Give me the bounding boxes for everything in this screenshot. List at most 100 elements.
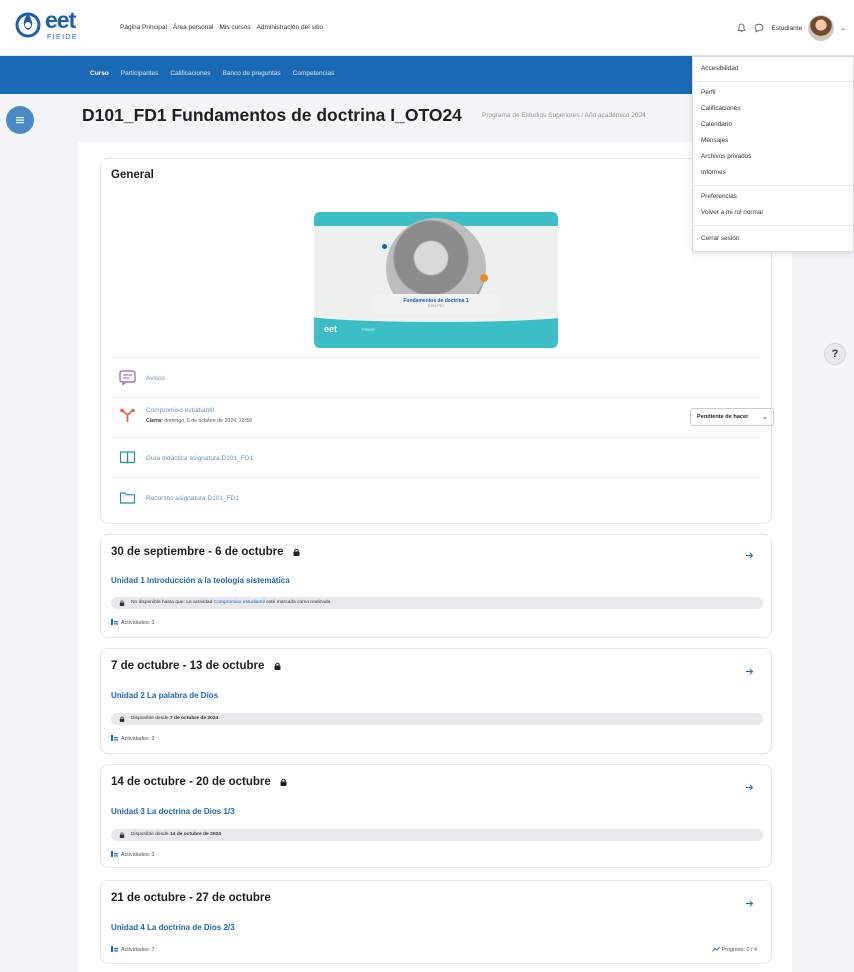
banner-logo-sub: FIEIDE bbox=[362, 327, 375, 332]
section-general: General Fundamentos de doctrina 1 D101 F… bbox=[100, 158, 774, 524]
section-expand-button[interactable] bbox=[741, 663, 757, 679]
activities-count: Actividades: 3 bbox=[111, 735, 155, 742]
arrow-right-icon bbox=[745, 900, 753, 906]
menu-item-private-files[interactable]: Archivos privados bbox=[701, 153, 751, 160]
course-content: General Fundamentos de doctrina 1 D101 F… bbox=[78, 142, 792, 972]
progress-chart-icon bbox=[711, 946, 720, 952]
nav-my-courses[interactable]: Mis cursos bbox=[219, 24, 250, 31]
restriction-info: Disponible desde 7 de octubre de 2024 bbox=[111, 713, 763, 725]
activities-icon bbox=[111, 946, 118, 952]
activities-count: Actividades: 3 bbox=[111, 619, 155, 626]
menu-item-calendar[interactable]: Calendario bbox=[701, 121, 732, 128]
bell-icon[interactable] bbox=[735, 22, 747, 34]
tab-grades[interactable]: Calificaciones bbox=[170, 70, 210, 77]
section-title: 14 de octubre - 20 de octubre bbox=[111, 776, 287, 788]
tab-question-bank[interactable]: Banco de preguntas bbox=[222, 70, 280, 77]
activity-choice: Compromiso estudiantil Cierra: domingo, … bbox=[111, 397, 774, 437]
lock-icon bbox=[293, 548, 300, 556]
lock-icon bbox=[119, 716, 125, 722]
progress-indicator: Progreso: 0 / 4 bbox=[711, 946, 757, 953]
activities-count: Actividades: 7 bbox=[111, 946, 155, 953]
section-title: 21 de octubre - 27 de octubre bbox=[111, 892, 271, 904]
activities-icon bbox=[111, 851, 118, 857]
section-week-1: 30 de septiembre - 6 de octubre Unidad 1… bbox=[100, 534, 772, 638]
menu-item-preferences[interactable]: Preferencias bbox=[701, 193, 737, 200]
activity-link[interactable]: Guía didáctica asignatura D101_FD1 bbox=[146, 455, 253, 462]
section-week-2: 7 de octubre - 13 de octubre Unidad 2 La… bbox=[100, 648, 772, 754]
chat-icon[interactable] bbox=[753, 22, 765, 34]
section-title: 7 de octubre - 13 de octubre bbox=[111, 660, 281, 672]
menu-item-grades[interactable]: Calificaciones bbox=[701, 105, 740, 112]
course-index-toggle[interactable] bbox=[6, 106, 34, 134]
chevron-down-icon[interactable]: ⌄ bbox=[840, 24, 846, 32]
tab-competencies[interactable]: Competencias bbox=[293, 70, 335, 77]
lock-icon bbox=[274, 662, 281, 670]
help-button[interactable]: ? bbox=[824, 343, 846, 365]
menu-item-accessibility[interactable]: Accesibilidad bbox=[701, 65, 738, 72]
user-area: Estudiante ⌄ bbox=[735, 12, 846, 44]
primary-nav: Página Principal Área personal Mis curso… bbox=[120, 24, 323, 31]
list-icon bbox=[16, 117, 24, 124]
lock-icon bbox=[280, 778, 287, 786]
tab-participants[interactable]: Participantes bbox=[121, 70, 159, 77]
breadcrumb[interactable]: Programa de Estudios Superiores / Año ac… bbox=[482, 112, 697, 119]
section-week-3: 14 de octubre - 20 de octubre Unidad 3 L… bbox=[100, 764, 772, 868]
lock-icon bbox=[119, 600, 125, 606]
completion-status-dropdown[interactable]: Pendiente de hacer ⌄ bbox=[690, 408, 774, 426]
unit-link[interactable]: Unidad 4 La doctrina de Dios 2/3 bbox=[111, 923, 235, 932]
arrow-right-icon bbox=[745, 784, 753, 790]
nav-home[interactable]: Página Principal bbox=[120, 24, 167, 31]
restriction-info: Disponible desde 14 de octubre de 2024 bbox=[111, 829, 763, 841]
page-title: D101_FD1 Fundamentos de doctrina I_OTO24 bbox=[82, 105, 462, 125]
course-banner-image: Fundamentos de doctrina 1 D101 FD1 eet F… bbox=[314, 212, 558, 348]
menu-divider bbox=[693, 225, 854, 226]
book-icon bbox=[119, 451, 136, 464]
menu-item-profile[interactable]: Perfil bbox=[701, 89, 716, 96]
menu-item-messages[interactable]: Mensajes bbox=[701, 137, 728, 144]
activity-link[interactable]: Compromiso estudiantil bbox=[146, 407, 214, 414]
chevron-down-icon: ⌄ bbox=[762, 414, 768, 421]
section-title: 30 de septiembre - 6 de octubre bbox=[111, 546, 300, 558]
unit-link[interactable]: Unidad 1 Introducción a la teología sist… bbox=[111, 576, 290, 585]
activities-count: Actividades: 3 bbox=[111, 851, 155, 858]
arrow-right-icon bbox=[745, 668, 753, 674]
logo-subtext: FIEIDE bbox=[47, 34, 78, 41]
logo-text: eet bbox=[45, 7, 76, 33]
activity-link[interactable]: Avisos bbox=[146, 375, 165, 382]
choice-icon bbox=[120, 408, 135, 422]
restriction-link[interactable]: Compromiso estudiantil bbox=[214, 600, 265, 605]
activity-dates: Cierra: domingo, 6 de octubre de 2024, 2… bbox=[146, 418, 252, 424]
menu-item-reports[interactable]: Informes bbox=[701, 169, 726, 176]
section-expand-button[interactable] bbox=[741, 547, 757, 563]
user-menu-dropdown: Accesibilidad Perfil Calificaciones Cale… bbox=[692, 56, 854, 252]
activities-icon bbox=[111, 619, 118, 625]
section-week-4: 21 de octubre - 27 de octubre Unidad 4 L… bbox=[100, 880, 772, 964]
tab-course[interactable]: Curso bbox=[90, 70, 109, 77]
menu-item-return-role[interactable]: Volver a mi rol normal bbox=[701, 209, 763, 216]
avatar[interactable] bbox=[808, 15, 835, 41]
folder-icon bbox=[119, 492, 136, 504]
menu-item-logout[interactable]: Cerrar sesión bbox=[701, 235, 739, 242]
site-logo[interactable]: eet FIEIDE bbox=[14, 7, 94, 47]
restriction-info: No disponible hasta que: La actividad Co… bbox=[111, 597, 763, 609]
logo-swirl-icon bbox=[15, 12, 41, 38]
section-expand-button[interactable] bbox=[741, 779, 757, 795]
lock-icon bbox=[119, 832, 125, 838]
activity-book: Guía didáctica asignatura D101_FD1 bbox=[111, 437, 761, 477]
activity-link[interactable]: Recursos asignatura D101_FD1 bbox=[146, 495, 239, 502]
activity-folder: Recursos asignatura D101_FD1 bbox=[111, 477, 761, 517]
banner-logo: eet bbox=[324, 324, 338, 334]
section-expand-button[interactable] bbox=[741, 895, 757, 911]
top-navbar: eet FIEIDE Página Principal Área persona… bbox=[0, 0, 854, 56]
unit-link[interactable]: Unidad 3 La doctrina de Dios 1/3 bbox=[111, 807, 235, 816]
arrow-right-icon bbox=[745, 552, 753, 558]
unit-link[interactable]: Unidad 2 La palabra de Dios bbox=[111, 691, 218, 700]
banner-label: Fundamentos de doctrina 1 D101 FD1 bbox=[372, 294, 500, 314]
user-name[interactable]: Estudiante bbox=[771, 25, 802, 32]
section-title: General bbox=[111, 169, 154, 181]
nav-dashboard[interactable]: Área personal bbox=[173, 24, 213, 31]
nav-site-admin[interactable]: Administración del sitio bbox=[257, 24, 323, 31]
activity-forum: Avisos bbox=[111, 357, 761, 397]
menu-divider bbox=[693, 185, 854, 186]
forum-icon bbox=[119, 370, 136, 385]
